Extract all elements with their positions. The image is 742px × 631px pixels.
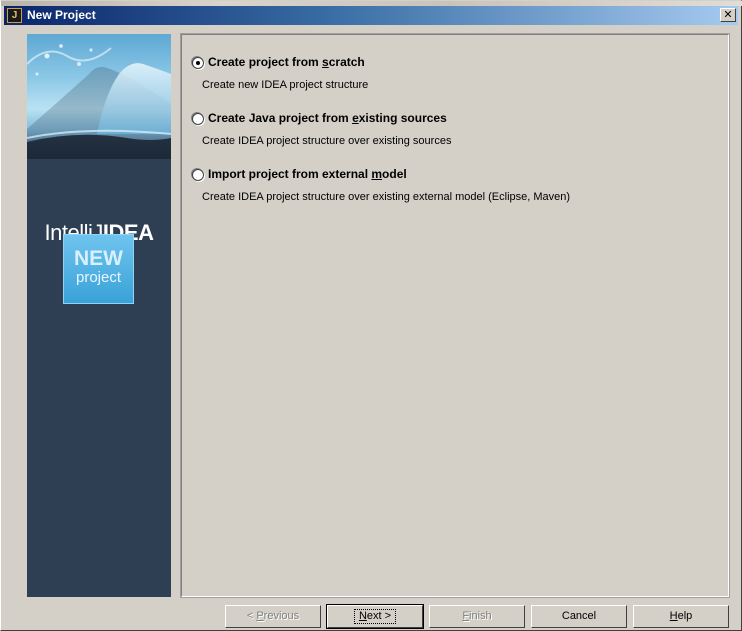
title-bar[interactable]: J New Project ✕	[4, 6, 738, 25]
badge-project-text: project	[75, 269, 122, 286]
intellij-app-icon: J	[7, 8, 22, 23]
window-title: New Project	[27, 8, 96, 22]
finish-button[interactable]: Finish	[429, 605, 525, 628]
next-button[interactable]: Next >	[326, 604, 424, 629]
close-button[interactable]: ✕	[720, 8, 736, 22]
new-project-dialog: J New Project ✕ IntelliJIDEA NEW project…	[0, 0, 742, 631]
radio-import-external-model[interactable]	[192, 169, 204, 181]
option-label: Create Java project from existing source…	[208, 111, 447, 125]
option-label: Create project from scratch	[208, 55, 365, 69]
option-description: Create IDEA project structure over exist…	[202, 191, 571, 203]
water-splash-image	[27, 34, 171, 159]
branding-panel: IntelliJIDEA NEW project	[27, 34, 171, 597]
cancel-button[interactable]: Cancel	[531, 605, 627, 628]
radio-create-from-scratch[interactable]	[192, 57, 204, 69]
project-type-panel: Create project from scratch Create new I…	[180, 33, 730, 598]
previous-button[interactable]: < Previous	[225, 605, 321, 628]
radio-java-from-existing-sources[interactable]	[192, 113, 204, 125]
water-splash-graphic	[27, 44, 171, 159]
close-icon: ✕	[723, 8, 733, 21]
help-button[interactable]: Help	[633, 605, 729, 628]
option-description: Create new IDEA project structure	[202, 79, 369, 91]
new-project-badge: NEW project	[63, 234, 134, 304]
option-label: Import project from external model	[208, 167, 407, 181]
badge-new-text: NEW	[74, 247, 123, 270]
option-description: Create IDEA project structure over exist…	[202, 135, 452, 147]
